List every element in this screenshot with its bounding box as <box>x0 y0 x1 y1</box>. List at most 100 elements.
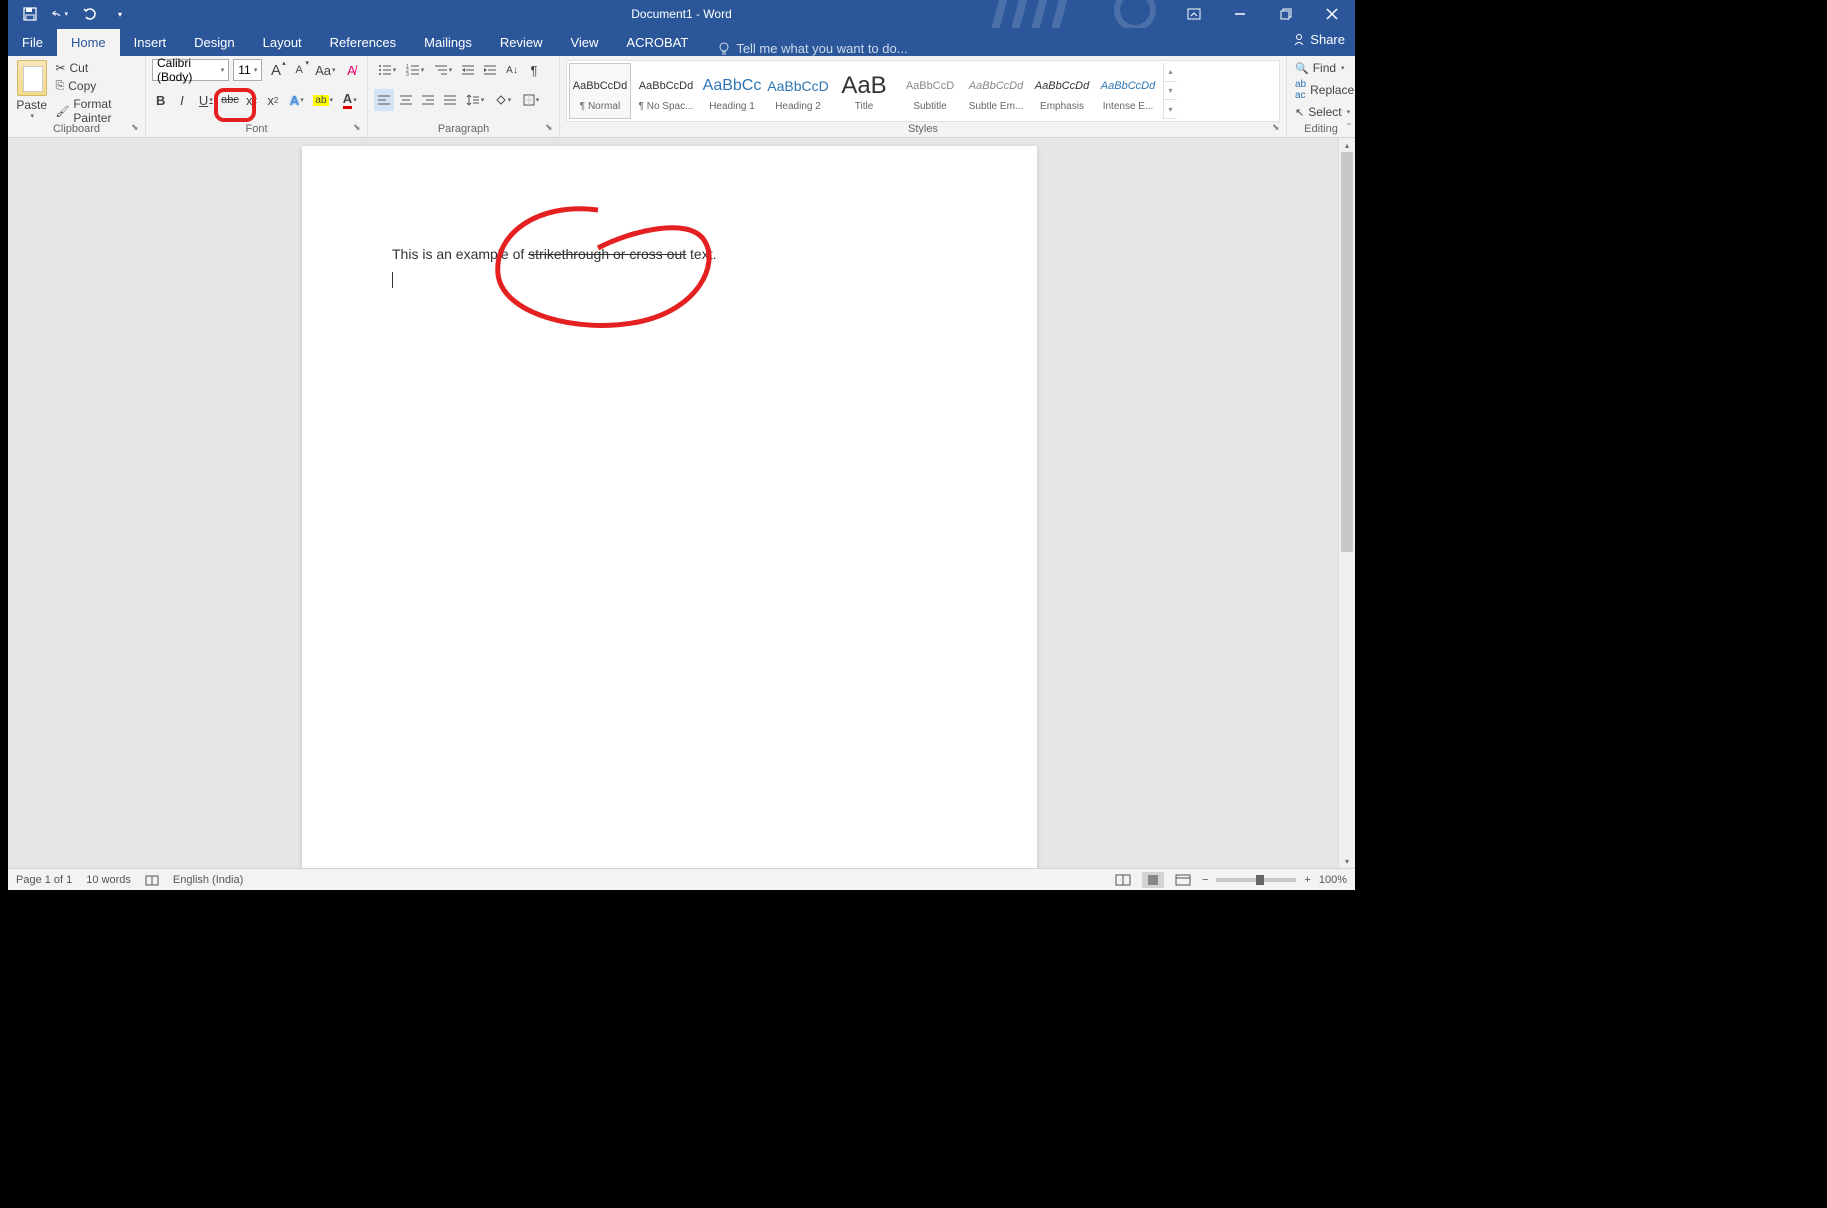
font-dialog-launcher[interactable]: ⬊ <box>353 122 365 134</box>
close-button[interactable] <box>1309 0 1355 28</box>
vertical-scrollbar[interactable]: ▴ ▾ <box>1338 138 1355 868</box>
highlight-button[interactable]: ab▾ <box>312 89 335 111</box>
bucket-icon <box>495 94 507 106</box>
page-number-status[interactable]: Page 1 of 1 <box>16 874 72 886</box>
style-subtle-emphasis[interactable]: AaBbCcDdSubtle Em... <box>965 63 1027 119</box>
borders-button[interactable]: ▾ <box>518 89 544 111</box>
customize-qat-button[interactable]: ▾ <box>112 6 128 22</box>
font-color-button[interactable]: A▾ <box>339 89 362 111</box>
change-case-button[interactable]: Aa▾ <box>313 59 338 81</box>
grow-font-button[interactable]: A▴ <box>266 59 285 81</box>
language-status[interactable]: English (India) <box>173 874 243 886</box>
justify-button[interactable] <box>440 89 460 111</box>
paste-icon <box>17 60 47 96</box>
paragraph-dialog-launcher[interactable]: ⬊ <box>545 122 557 134</box>
tab-mailings[interactable]: Mailings <box>410 29 486 56</box>
find-button[interactable]: 🔍Find▾ <box>1293 60 1349 76</box>
scroll-up-button[interactable]: ▴ <box>1339 138 1355 152</box>
minimize-button[interactable] <box>1217 0 1263 28</box>
numbering-button[interactable]: 123▾ <box>402 59 428 81</box>
clear-formatting-button[interactable]: A̸ <box>342 59 361 81</box>
tab-view[interactable]: View <box>556 29 612 56</box>
text-effects-button[interactable]: A▾ <box>286 89 309 111</box>
strikethrough-button[interactable]: abc <box>221 89 239 111</box>
zoom-level[interactable]: 100% <box>1319 874 1347 886</box>
style-subtitle[interactable]: AaBbCcDSubtitle <box>899 63 961 119</box>
style-intense-emphasis[interactable]: AaBbCcDdIntense E... <box>1097 63 1159 119</box>
zoom-out-button[interactable]: − <box>1202 874 1208 886</box>
styles-more[interactable]: ▾ <box>1164 100 1177 119</box>
group-font: Calibri (Body)▾ 11▾ A▴ A▾ Aa▾ A̸ B I U▾ … <box>146 56 368 137</box>
clipboard-dialog-launcher[interactable]: ⬊ <box>131 122 143 134</box>
font-size-combo[interactable]: 11▾ <box>233 59 262 81</box>
tab-insert[interactable]: Insert <box>120 29 181 56</box>
bullets-button[interactable]: ▾ <box>374 59 400 81</box>
bold-button[interactable]: B <box>152 89 169 111</box>
style-emphasis[interactable]: AaBbCcDdEmphasis <box>1031 63 1093 119</box>
style-heading-2[interactable]: AaBbCcDHeading 2 <box>767 63 829 119</box>
scrollbar-thumb[interactable] <box>1341 152 1353 552</box>
page[interactable]: This is an example of strikethrough or c… <box>302 146 1037 868</box>
tab-file[interactable]: File <box>8 29 57 56</box>
styles-scroll-up[interactable]: ▴ <box>1164 63 1177 82</box>
tab-review[interactable]: Review <box>486 29 557 56</box>
document-text[interactable]: This is an example of strikethrough or c… <box>392 246 717 263</box>
share-button[interactable]: Share <box>1292 32 1345 47</box>
line-spacing-button[interactable]: ▾ <box>462 89 488 111</box>
select-button[interactable]: ↖Select▾ <box>1293 104 1349 120</box>
replace-button[interactable]: abacReplace <box>1293 78 1349 102</box>
print-layout-button[interactable] <box>1142 872 1164 888</box>
collapse-ribbon-button[interactable]: ˆ <box>1347 121 1351 135</box>
copy-button[interactable]: ⎘Copy <box>53 78 139 94</box>
scroll-down-button[interactable]: ▾ <box>1339 854 1355 868</box>
style-title[interactable]: AaBTitle <box>833 63 895 119</box>
align-center-button[interactable] <box>396 89 416 111</box>
increase-indent-button[interactable] <box>480 59 500 81</box>
tab-acrobat[interactable]: ACROBAT <box>612 29 702 56</box>
zoom-slider-thumb[interactable] <box>1256 875 1264 885</box>
zoom-in-button[interactable]: + <box>1304 874 1310 886</box>
shading-button[interactable]: ▾ <box>490 89 516 111</box>
document-area[interactable]: This is an example of strikethrough or c… <box>8 138 1355 868</box>
align-right-button[interactable] <box>418 89 438 111</box>
align-left-button[interactable] <box>374 89 394 111</box>
sort-button[interactable]: A↓ <box>502 59 522 81</box>
tab-home[interactable]: Home <box>57 29 120 56</box>
numbering-icon: 123 <box>406 64 420 76</box>
redo-button[interactable] <box>82 6 98 22</box>
book-icon <box>145 874 159 886</box>
underline-button[interactable]: U▾ <box>195 89 218 111</box>
spell-check-status[interactable] <box>145 874 159 886</box>
tab-design[interactable]: Design <box>180 29 248 56</box>
subscript-button[interactable]: x2 <box>243 89 260 111</box>
align-center-icon <box>399 94 413 106</box>
save-button[interactable] <box>22 6 38 22</box>
outdent-icon <box>461 64 475 76</box>
decrease-indent-button[interactable] <box>458 59 478 81</box>
undo-button[interactable]: ▾ <box>52 6 68 22</box>
tab-layout[interactable]: Layout <box>249 29 316 56</box>
restore-button[interactable] <box>1263 0 1309 28</box>
style-normal[interactable]: AaBbCcDd¶ Normal <box>569 63 631 119</box>
font-name-combo[interactable]: Calibri (Body)▾ <box>152 59 229 81</box>
italic-button[interactable]: I <box>173 89 190 111</box>
read-mode-button[interactable] <box>1112 872 1134 888</box>
zoom-slider[interactable] <box>1216 878 1296 882</box>
ribbon-display-options-button[interactable] <box>1171 0 1217 28</box>
styles-scroll-down[interactable]: ▾ <box>1164 82 1177 101</box>
shrink-font-button[interactable]: A▾ <box>290 59 309 81</box>
tab-references[interactable]: References <box>316 29 410 56</box>
styles-dialog-launcher[interactable]: ⬊ <box>1272 122 1284 134</box>
format-painter-button[interactable]: 🖌Format Painter <box>53 96 139 126</box>
cut-button[interactable]: ✂Cut <box>53 60 139 76</box>
multilevel-list-button[interactable]: ▾ <box>430 59 456 81</box>
show-marks-button[interactable]: ¶ <box>524 59 544 81</box>
web-layout-button[interactable] <box>1172 872 1194 888</box>
style-no-spacing[interactable]: AaBbCcDd¶ No Spac... <box>635 63 697 119</box>
brush-icon: 🖌 <box>55 105 69 118</box>
style-heading-1[interactable]: AaBbCcHeading 1 <box>701 63 763 119</box>
tell-me-search[interactable]: Tell me what you want to do... <box>718 41 907 56</box>
superscript-button[interactable]: x2 <box>264 89 281 111</box>
sort-icon: A↓ <box>506 65 518 76</box>
word-count-status[interactable]: 10 words <box>86 874 131 886</box>
